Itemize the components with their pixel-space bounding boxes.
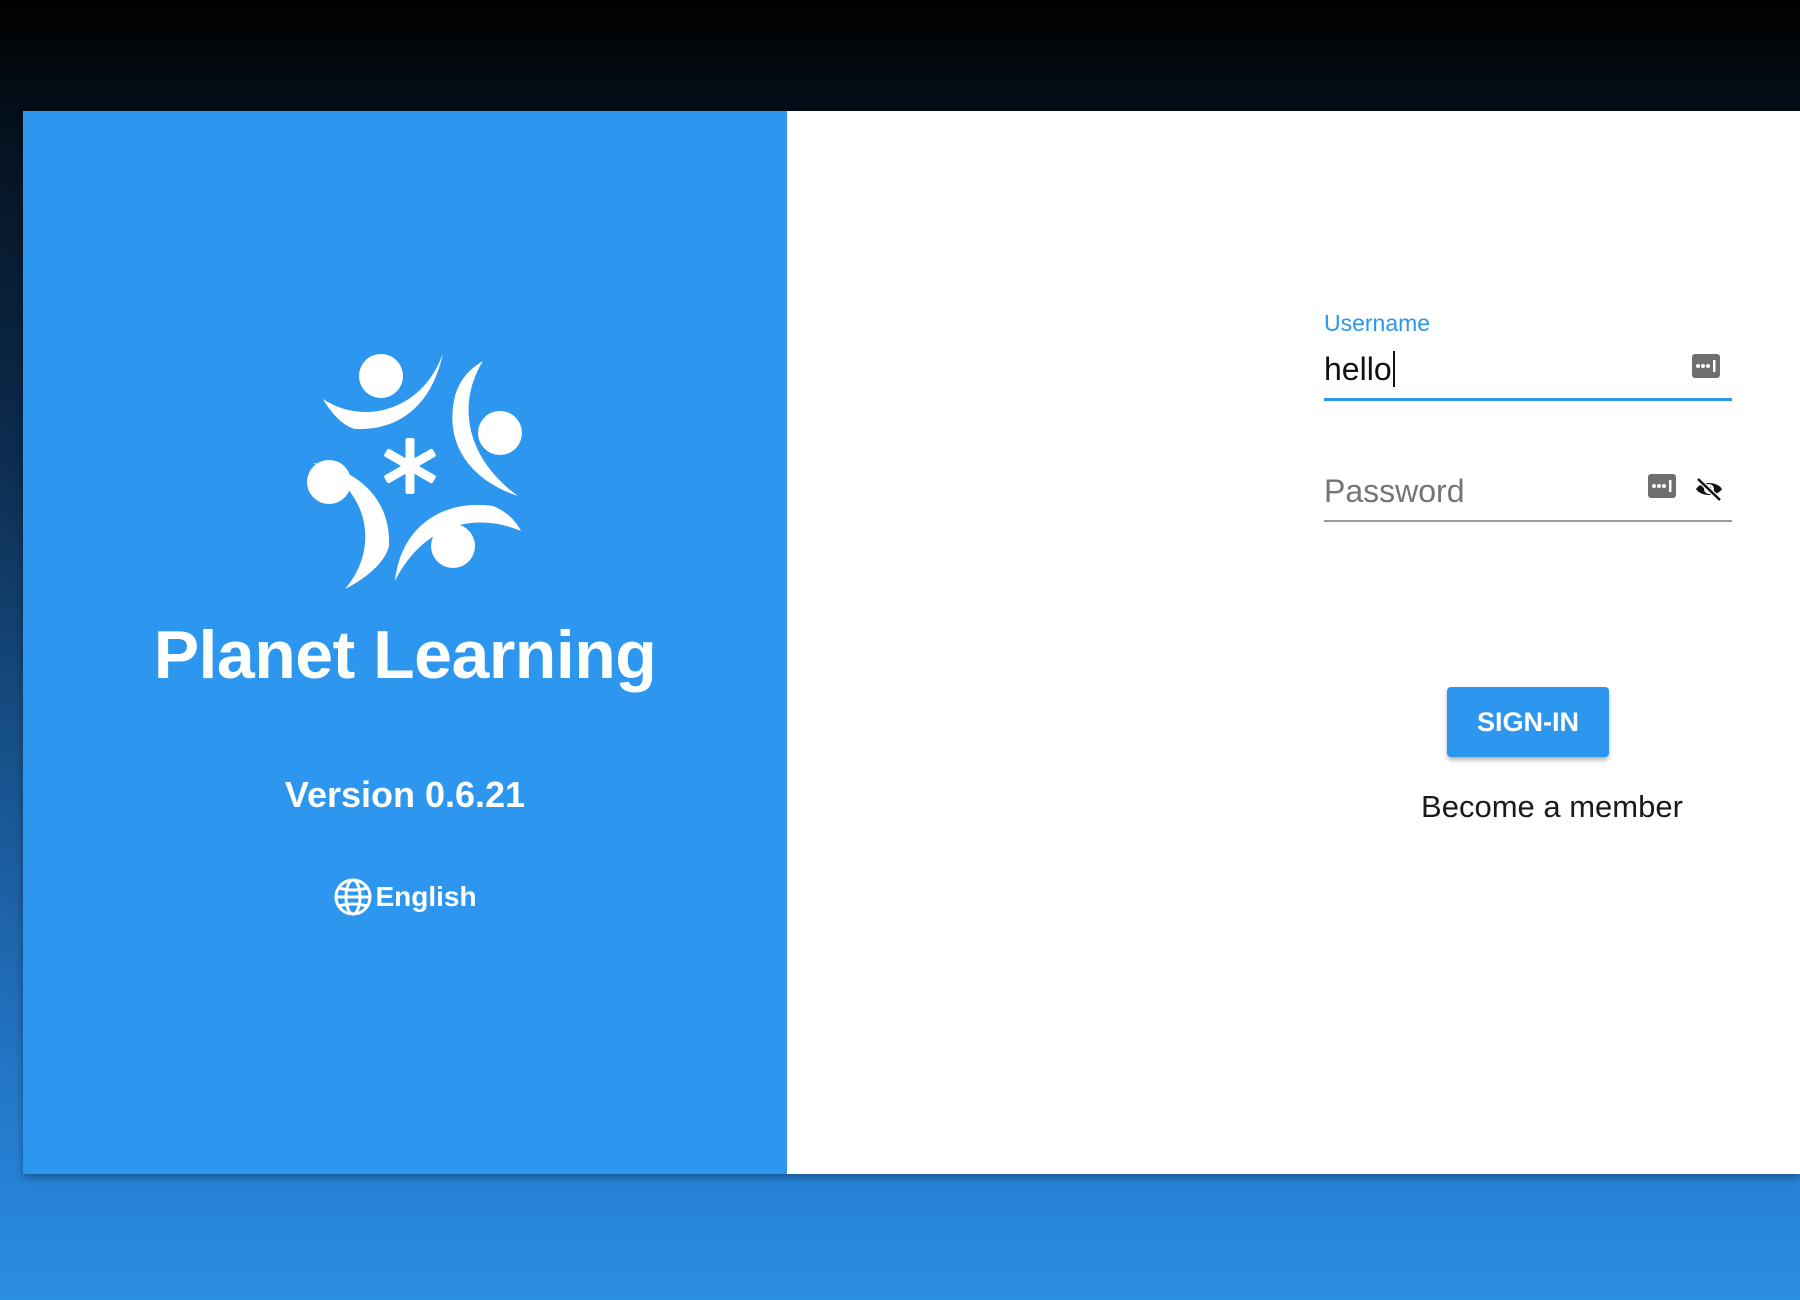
branding-panel: Planet Learning Version 0.6.21 English [23,111,787,1174]
app-title: Planet Learning [153,617,657,693]
version-label: Version 0.6.21 [284,774,526,815]
login-card: Planet Learning Version 0.6.21 English [23,111,1800,1174]
password-input[interactable] [1324,472,1664,510]
username-field: Username hello [1324,310,1732,401]
language-selector[interactable]: English [23,877,787,917]
password-manager-key-icon[interactable] [1648,474,1676,498]
become-member-link[interactable]: Become a member [1324,789,1780,825]
text-caret [1392,351,1395,387]
username-label: Username [1324,310,1431,336]
eye-off-icon[interactable] [1694,476,1724,502]
username-value: hello [1324,350,1392,387]
sign-in-button[interactable]: SIGN-IN [1447,687,1609,757]
planet-learning-logo [307,353,522,589]
username-input[interactable]: hello [1324,340,1732,401]
password-field [1324,462,1732,522]
globe-icon [334,878,372,916]
password-manager-key-icon[interactable] [1692,354,1720,378]
password-input-row [1324,462,1732,522]
login-panel [787,111,1800,1174]
language-label: English [375,881,477,912]
